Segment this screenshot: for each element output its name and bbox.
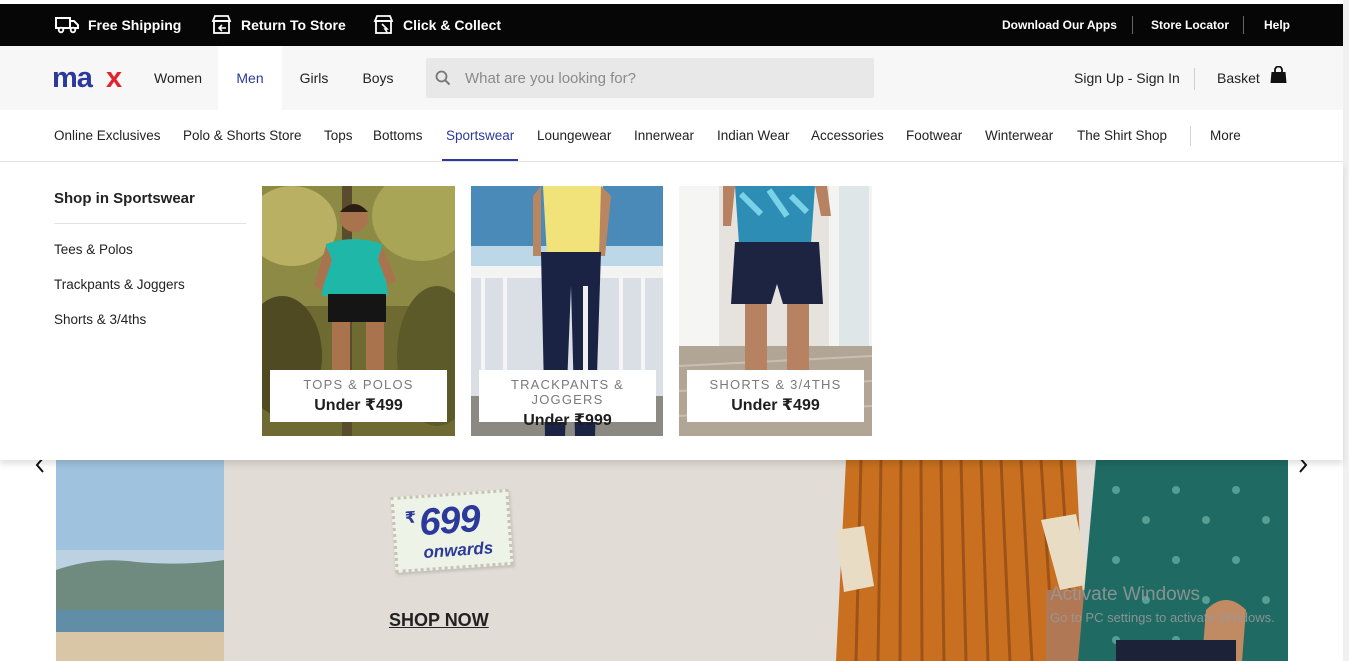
category-footwear[interactable]: Footwear [906,110,962,161]
site-header: ma x Women Men Girls Boys Sign Up - Sign… [0,46,1343,110]
sportswear-dropdown: Shop in Sportswear Tees & Polos Trackpan… [0,162,1343,460]
activation-watermark-subtitle: Go to PC settings to activate Windows. [1050,610,1275,625]
tile-category: TOPS & POLOS [303,377,414,392]
category-winterwear[interactable]: Winterwear [985,110,1053,161]
tile-label: SHORTS & 3/4THS Under ₹499 [687,370,864,422]
help-link[interactable]: Help [1264,4,1290,46]
divider [1194,68,1195,90]
nav-men[interactable]: Men [218,46,282,110]
category-bottoms[interactable]: Bottoms [373,110,423,161]
hero-banner[interactable]: ₹ 699 onwards SHOP NOW [56,460,1288,661]
signin-link[interactable]: Sign Up - Sign In [1074,46,1180,110]
free-shipping-label: Free Shipping [88,17,182,33]
category-accessories[interactable]: Accessories [811,110,884,161]
store-return-icon [211,15,232,34]
price-amount: 699 [417,498,482,545]
price-stamp: ₹ 699 onwards [390,488,514,574]
tile-label: TRACKPANTS & JOGGERS Under ₹999 [479,370,656,429]
price-currency: ₹ [404,509,417,528]
category-tops[interactable]: Tops [324,110,353,161]
divider [1190,126,1191,146]
promo-tile-tops-polos[interactable]: TOPS & POLOS Under ₹499 [262,186,455,436]
truck-icon [55,17,79,34]
search-input[interactable] [465,69,845,87]
svg-text:ma: ma [52,64,94,92]
dropdown-title: Shop in Sportswear [54,190,195,207]
category-online-exclusives[interactable]: Online Exclusives [54,110,161,161]
category-innerwear[interactable]: Innerwear [634,110,694,161]
category-nav: Online Exclusives Polo & Shorts Store To… [0,110,1343,162]
click-collect-link[interactable]: Click & Collect [373,4,501,46]
price-suffix: onwards [422,538,494,563]
tile-category: TRACKPANTS & JOGGERS [510,377,625,407]
category-sportswear[interactable]: Sportswear [441,110,519,161]
dropdown-link-shorts[interactable]: Shorts & 3/4ths [54,312,146,327]
free-shipping-link[interactable]: Free Shipping [55,4,181,46]
hero-photo [56,460,1288,661]
nav-girls[interactable]: Girls [282,46,346,110]
return-to-store-label: Return To Store [241,17,346,33]
nav-women[interactable]: Women [146,46,210,110]
page-scrollbar[interactable] [1343,0,1349,661]
tile-price: Under ₹499 [731,397,820,414]
category-loungewear[interactable]: Loungewear [537,110,611,161]
max-logo[interactable]: ma x [52,64,132,92]
promo-bar: Free Shipping Return To Store Click & Co… [0,4,1343,46]
shopping-bag-icon [1270,66,1287,83]
tile-price: Under ₹999 [523,412,612,429]
store-locator-link[interactable]: Store Locator [1151,4,1229,46]
download-apps-link[interactable]: Download Our Apps [1002,4,1117,46]
divider [54,223,246,224]
divider [1132,16,1133,34]
return-to-store-link[interactable]: Return To Store [211,4,346,46]
tile-price: Under ₹499 [314,397,403,414]
category-indian-wear[interactable]: Indian Wear [717,110,790,161]
svg-text:x: x [106,64,122,92]
divider [1243,16,1244,34]
search-icon [435,70,451,86]
tile-label: TOPS & POLOS Under ₹499 [270,370,447,422]
dropdown-link-tees-polos[interactable]: Tees & Polos [54,242,133,257]
store-pickup-icon [373,15,394,34]
tile-category: SHORTS & 3/4THS [709,377,842,392]
basket-label: Basket [1217,70,1260,86]
category-the-shirt-shop[interactable]: The Shirt Shop [1077,110,1167,161]
activation-watermark-title: Activate Windows [1050,584,1200,605]
category-polo-shorts-store[interactable]: Polo & Shorts Store [183,110,302,161]
nav-boys[interactable]: Boys [346,46,410,110]
search-bar[interactable] [426,58,874,98]
click-collect-label: Click & Collect [403,17,502,33]
basket-link[interactable]: Basket [1217,46,1287,110]
dropdown-link-trackpants-joggers[interactable]: Trackpants & Joggers [54,277,185,292]
promo-tile-trackpants-joggers[interactable]: TRACKPANTS & JOGGERS Under ₹999 [471,186,663,436]
promo-tile-shorts[interactable]: SHORTS & 3/4THS Under ₹499 [679,186,872,436]
shop-now-link[interactable]: SHOP NOW [389,610,489,631]
category-more[interactable]: More [1210,110,1241,161]
